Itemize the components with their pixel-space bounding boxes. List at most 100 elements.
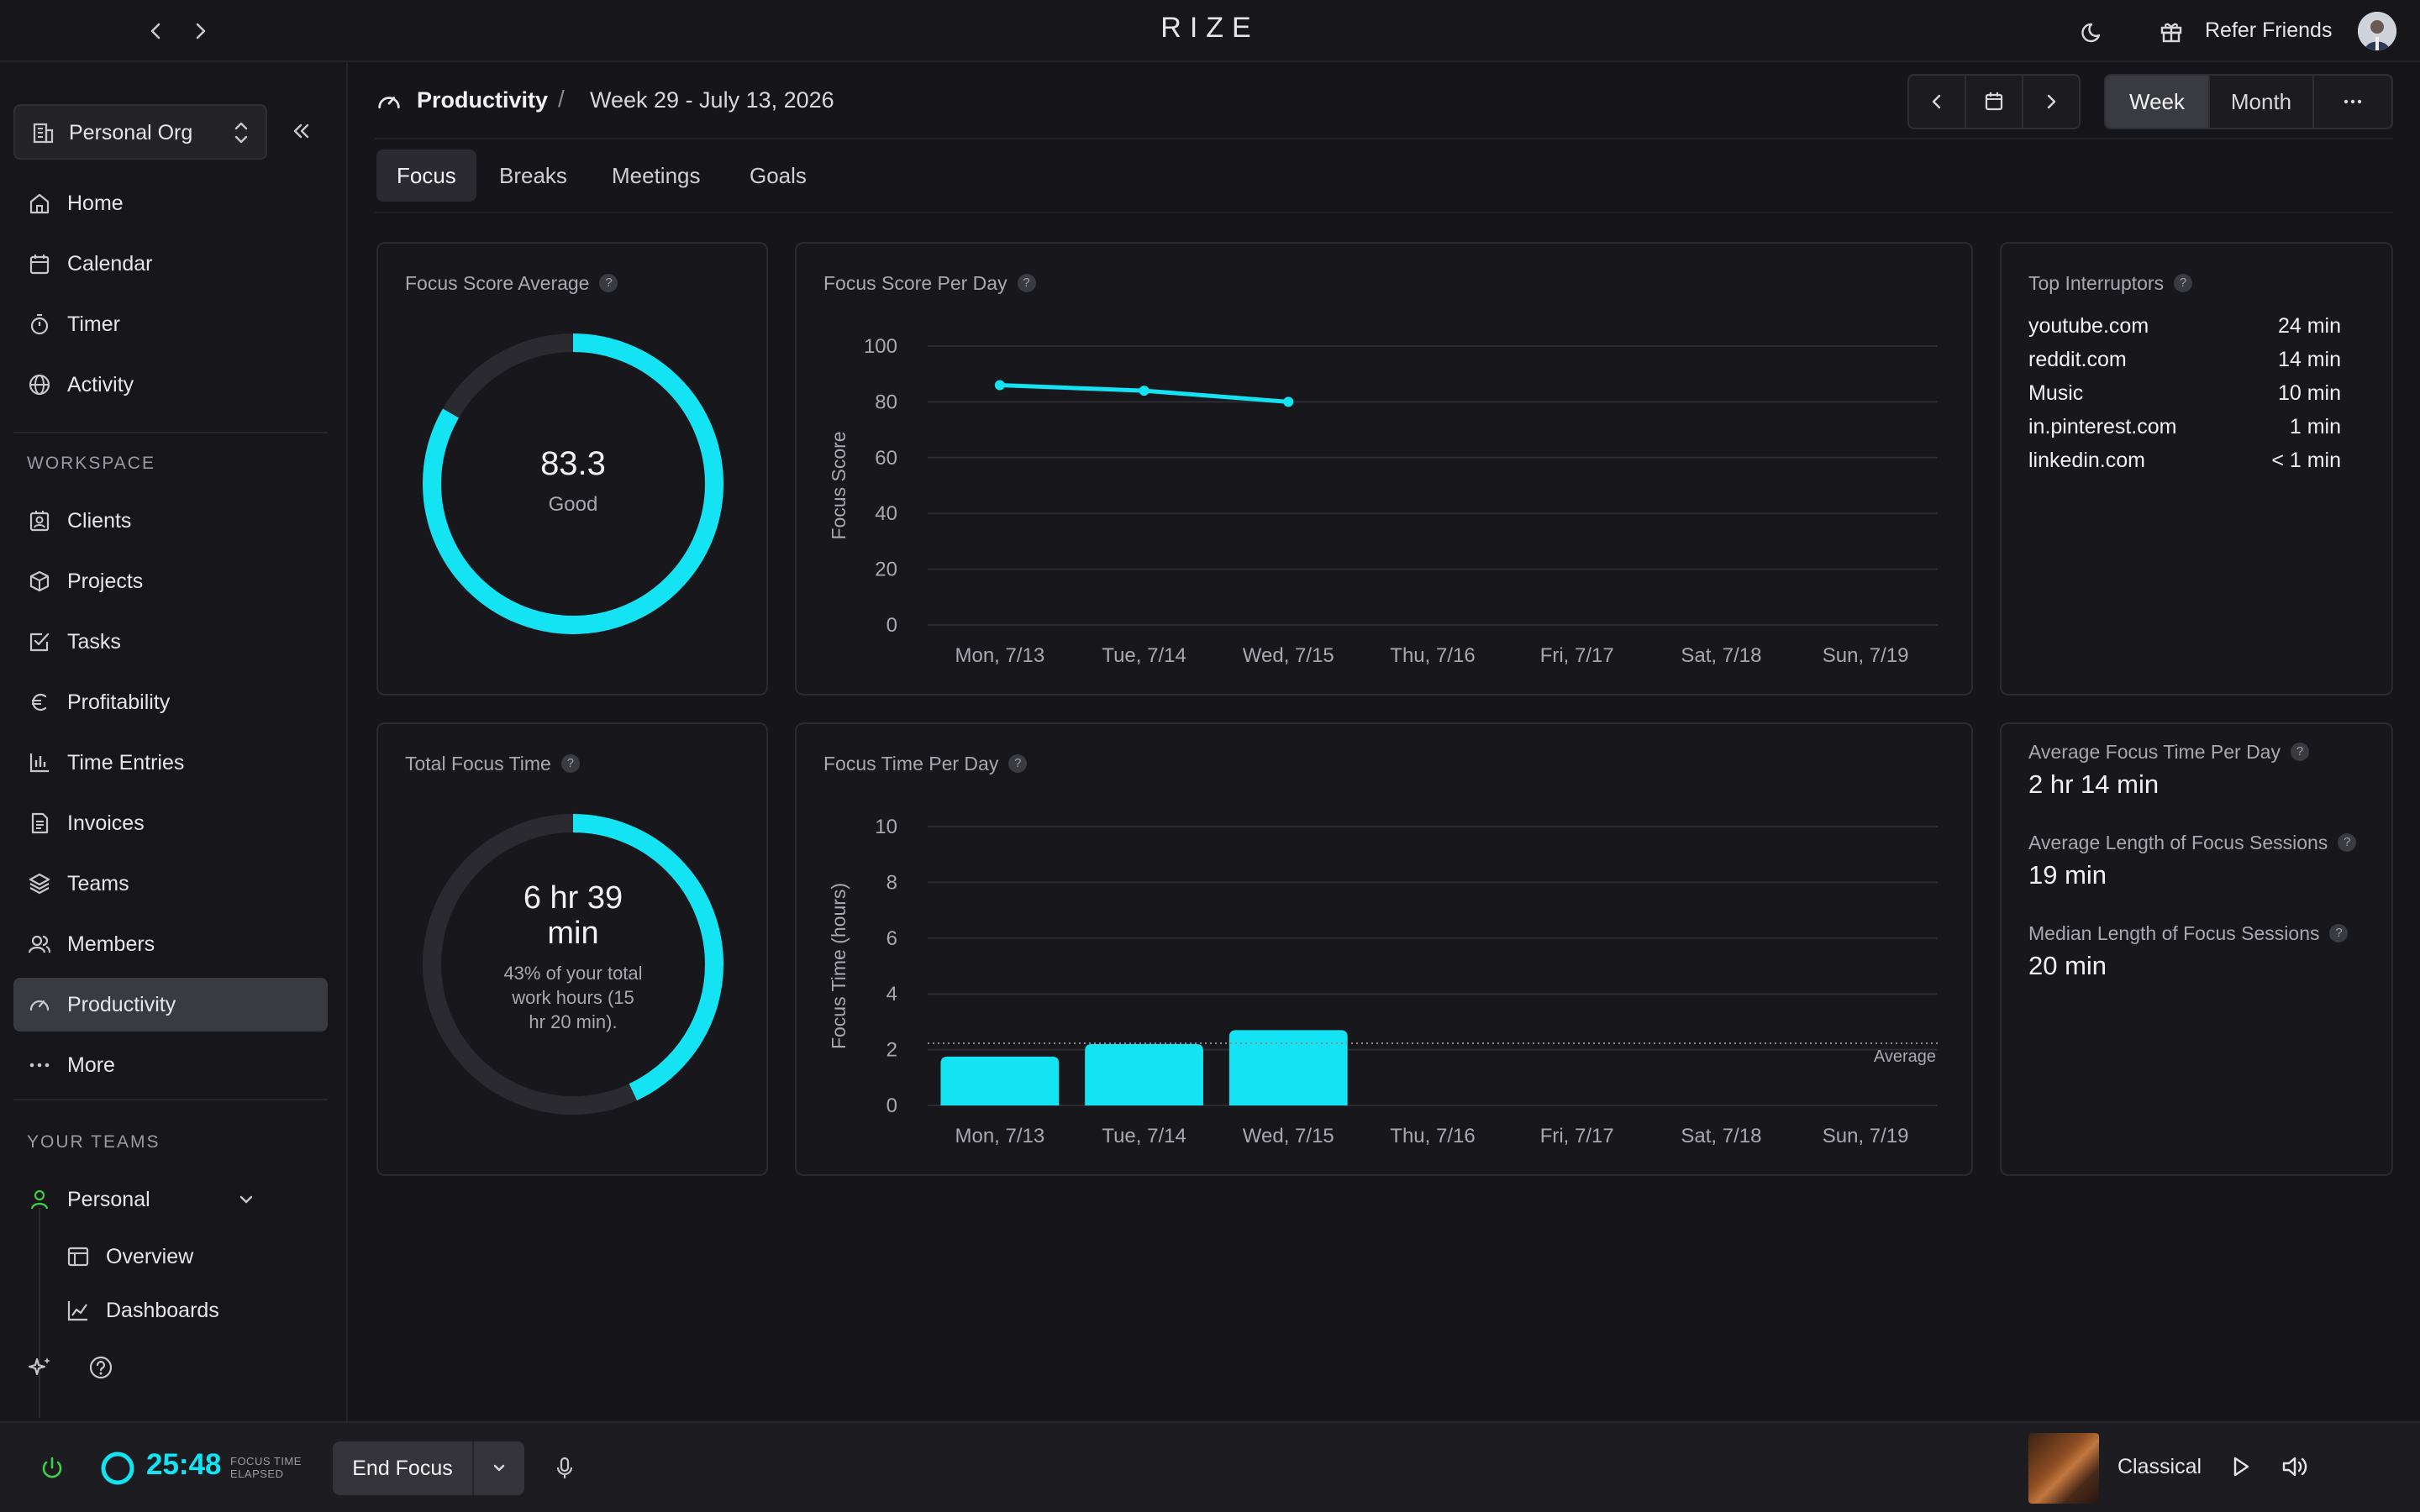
sidebar-item-clients[interactable]: Clients: [13, 494, 328, 548]
more-options-button[interactable]: [2314, 76, 2391, 128]
list-item[interactable]: linkedin.com < 1 min: [2028, 449, 2341, 482]
sidebar-item-dashboards[interactable]: Dashboards: [62, 1287, 314, 1334]
help-icon[interactable]: ?: [599, 273, 618, 292]
previous-week-button[interactable]: [1909, 76, 1966, 128]
help-icon[interactable]: ?: [2338, 832, 2357, 852]
sidebar-item-overview[interactable]: Overview: [62, 1233, 314, 1280]
sidebar-item-teams[interactable]: Teams: [13, 857, 328, 911]
sidebar-team-personal[interactable]: Personal: [13, 1173, 328, 1226]
tab-breaks[interactable]: Breaks: [479, 150, 587, 202]
sparkle-icon[interactable]: [25, 1352, 55, 1383]
tab-goals[interactable]: Goals: [729, 150, 827, 202]
interruptor-name: linkedin.com: [2028, 449, 2145, 472]
gift-icon[interactable]: [2156, 17, 2186, 47]
help-icon[interactable]: ?: [2174, 273, 2193, 292]
sidebar-item-profitability[interactable]: Profitability: [13, 675, 328, 729]
help-icon[interactable]: ?: [560, 753, 580, 773]
stat-label-text: Average Length of Focus Sessions: [2028, 832, 2328, 853]
power-icon[interactable]: [37, 1453, 67, 1483]
sidebar-item-projects[interactable]: Projects: [13, 554, 328, 608]
list-item[interactable]: youtube.com 24 min: [2028, 314, 2341, 348]
back-arrow-icon[interactable]: [141, 16, 171, 46]
tab-focus[interactable]: Focus: [376, 150, 476, 202]
interruptor-name: reddit.com: [2028, 348, 2127, 371]
interruptor-time: 14 min: [2277, 348, 2341, 371]
month-toggle[interactable]: Month: [2210, 76, 2314, 128]
help-icon[interactable]: ?: [2290, 742, 2309, 761]
sidebar-item-invoices[interactable]: Invoices: [13, 796, 328, 850]
sidebar-item-home[interactable]: Home: [13, 176, 328, 230]
x-tick-label: Thu, 7/16: [1390, 1125, 1475, 1147]
collapse-sidebar-icon[interactable]: [286, 116, 316, 146]
total-focus-sub-line3: hr 20 min).: [529, 1011, 618, 1032]
list-item[interactable]: reddit.com 14 min: [2028, 348, 2341, 381]
next-week-button[interactable]: [2023, 76, 2079, 128]
album-art[interactable]: [2028, 1433, 2099, 1504]
org-selector[interactable]: Personal Org: [13, 104, 267, 160]
gauge-icon: [27, 992, 52, 1017]
chevron-up-down-icon: [232, 118, 250, 148]
sidebar-item-label: Productivity: [67, 993, 176, 1016]
week-toggle[interactable]: Week: [2106, 76, 2210, 128]
total-focus-value-line1: 6 hr 39: [523, 880, 623, 916]
sidebar-item-label: Projects: [67, 570, 144, 593]
header-divider: [375, 138, 2393, 139]
sidebar-item-label: Calendar: [67, 252, 153, 276]
y-tick-label: 80: [875, 391, 897, 413]
calendar-picker-button[interactable]: [1966, 76, 2023, 128]
volume-icon[interactable]: [2279, 1452, 2312, 1482]
app-title: RIZE: [1160, 12, 1260, 44]
chevron-down-icon[interactable]: [234, 1187, 259, 1212]
sidebar-item-activity[interactable]: Activity: [13, 358, 328, 412]
average-label: Average: [1874, 1047, 1936, 1066]
focus-time-bar-chart: 0 2 4 6 8 10 Focus Time (hours) Mon, 7/13 Tue, 7…: [828, 816, 1938, 1147]
avatar[interactable]: [2358, 12, 2396, 50]
x-tick-label: Mon, 7/13: [955, 1125, 1044, 1147]
interruptor-time: 10 min: [2277, 381, 2341, 405]
card-title: Total Focus Time?: [405, 753, 580, 775]
x-tick-label: Sun, 7/19: [1823, 1125, 1909, 1147]
moon-icon[interactable]: [2079, 17, 2109, 47]
x-tick-label: Wed, 7/15: [1243, 1125, 1334, 1147]
more-dots-icon: [27, 1053, 52, 1078]
y-axis-label: Focus Score: [828, 431, 850, 539]
sidebar-item-tasks[interactable]: Tasks: [13, 615, 328, 669]
help-icon[interactable]: ?: [2329, 923, 2349, 942]
interruptor-time: < 1 min: [2271, 449, 2341, 472]
stat-label: Average Focus Time Per Day?: [2028, 741, 2309, 764]
date-navigator: [1907, 74, 2081, 129]
forward-arrow-icon[interactable]: [185, 16, 215, 46]
card-title-text: Focus Score Average: [405, 272, 590, 294]
calendar-icon: [1985, 92, 2003, 111]
end-focus-button[interactable]: End Focus: [333, 1441, 474, 1495]
refer-friends-link[interactable]: Refer Friends: [2205, 18, 2332, 43]
sidebar-item-label: Overview: [106, 1245, 194, 1268]
data-point: [1139, 386, 1150, 396]
sidebar-item-productivity[interactable]: Productivity: [13, 978, 328, 1032]
sidebar-item-time-entries[interactable]: Time Entries: [13, 736, 328, 790]
tab-meetings[interactable]: Meetings: [592, 150, 721, 202]
focus-score-value: 83.3: [540, 445, 606, 482]
sidebar: Personal Org Home Calendar Timer Activit…: [0, 62, 348, 1421]
layout-icon: [66, 1244, 91, 1269]
sidebar-item-members[interactable]: Members: [13, 917, 328, 971]
stat-label-text: Average Focus Time Per Day: [2028, 741, 2281, 763]
sidebar-item-timer[interactable]: Timer: [13, 297, 328, 351]
bottom-bar: 25:48 FOCUS TIME ELAPSED End Focus Class…: [0, 1421, 2420, 1512]
focus-score-line-chart: 0 20 40 60 80 100 Focus Score Mon, 7/13 Tue, 7/1…: [828, 335, 1938, 667]
sidebar-item-label: Dashboards: [106, 1299, 219, 1322]
help-circle-icon[interactable]: [86, 1352, 116, 1383]
breadcrumb-separator: /: [558, 86, 565, 112]
sidebar-item-calendar[interactable]: Calendar: [13, 237, 328, 291]
sidebar-item-label: Teams: [67, 872, 129, 895]
list-item[interactable]: in.pinterest.com 1 min: [2028, 415, 2341, 449]
microphone-icon[interactable]: [550, 1453, 580, 1483]
list-item[interactable]: Music 10 min: [2028, 381, 2341, 415]
end-focus-dropdown[interactable]: [474, 1441, 524, 1495]
sidebar-item-more[interactable]: More: [13, 1038, 328, 1092]
workspace-section-label: WORKSPACE: [27, 454, 155, 473]
sidebar-item-label: Activity: [67, 373, 134, 396]
play-icon[interactable]: [2225, 1452, 2255, 1482]
stat-label-text: Median Length of Focus Sessions: [2028, 922, 2320, 944]
invoice-icon: [27, 811, 52, 836]
